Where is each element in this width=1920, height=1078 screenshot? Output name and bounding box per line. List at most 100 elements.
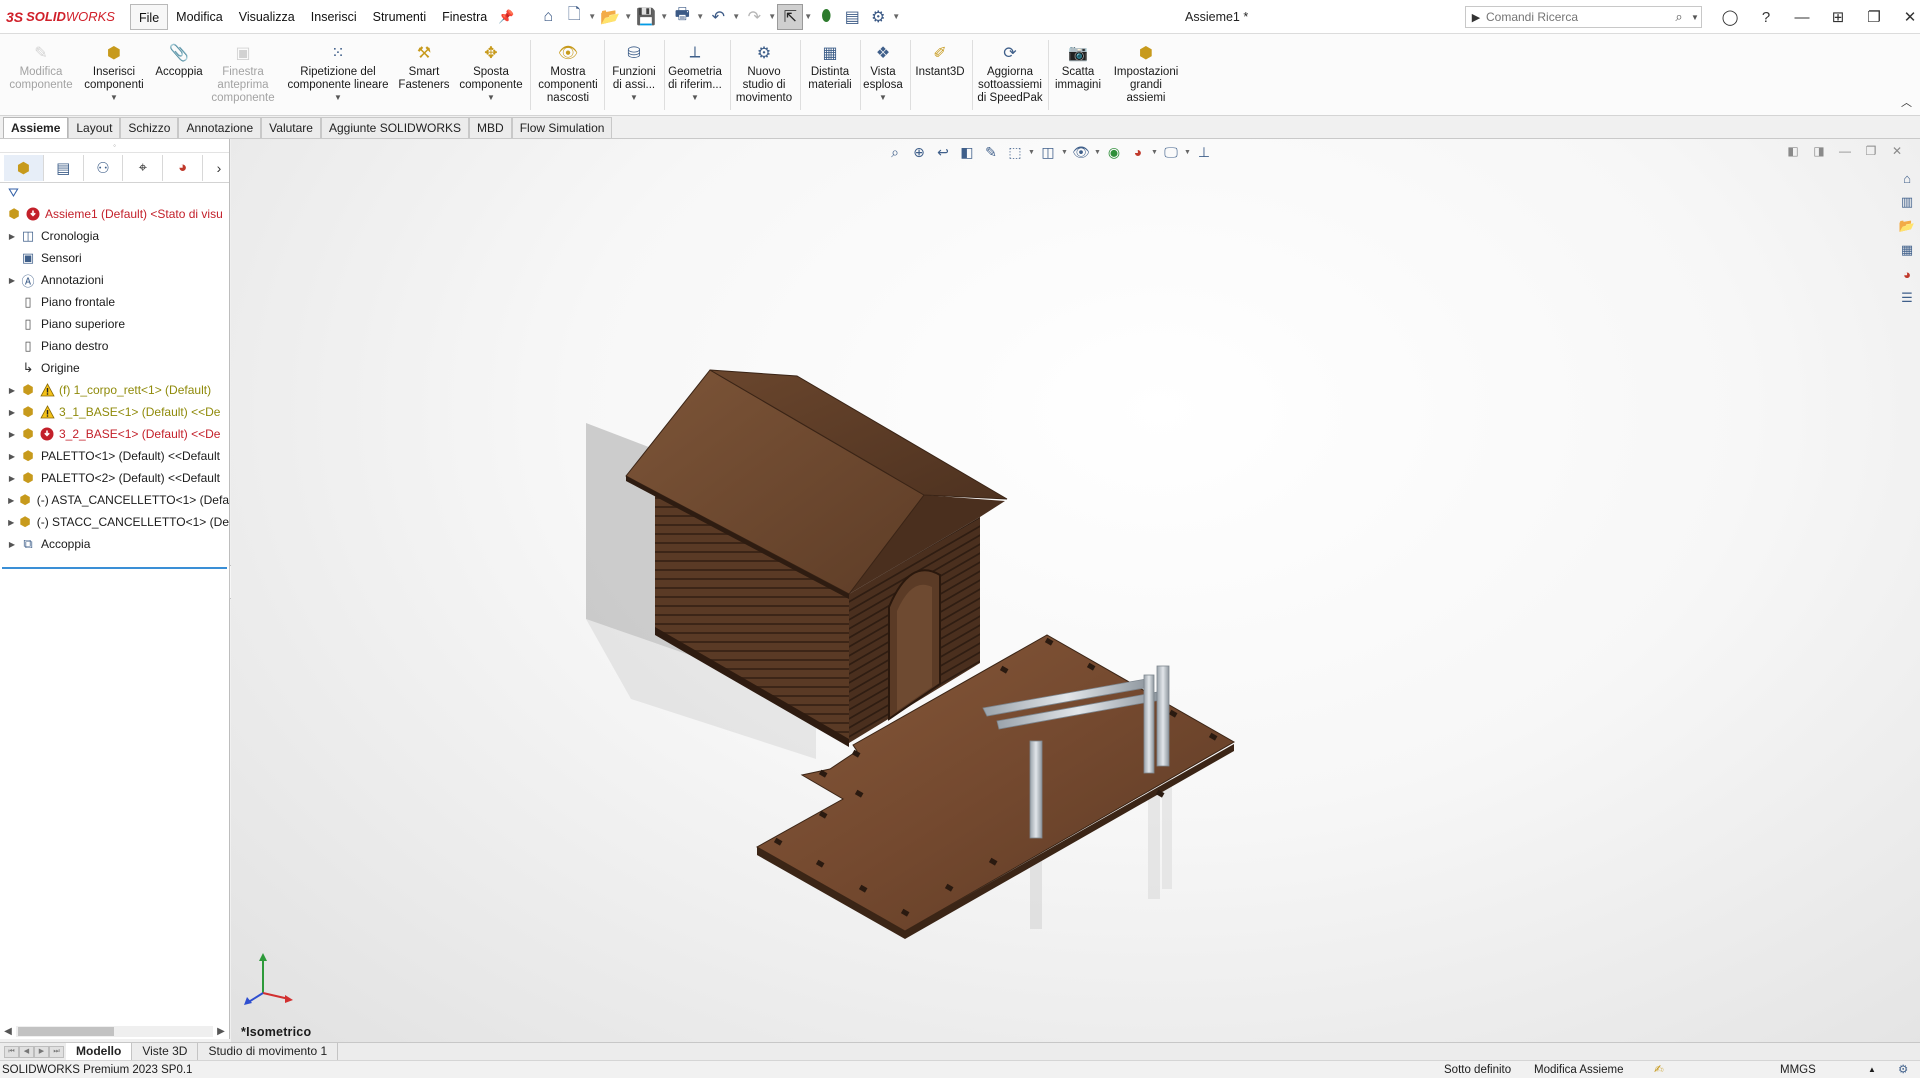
menu-file[interactable]: File (130, 3, 169, 30)
next-tab-icon[interactable]: ▶ (34, 1045, 49, 1058)
solidworks-resources-icon[interactable]: ⌂ (1896, 167, 1918, 189)
hide-show-dropdown-icon[interactable]: ▼ (1093, 149, 1102, 156)
close-icon[interactable]: ✕ (1892, 0, 1920, 34)
select-dropdown-icon[interactable]: ▼ (803, 12, 813, 21)
more-tabs-chevron-icon[interactable]: › (209, 160, 229, 176)
viewport-close-icon[interactable]: ✕ (1884, 141, 1910, 161)
expand-arrow-icon[interactable]: ▶ (6, 232, 18, 241)
previous-view-icon[interactable]: ↩ (931, 140, 955, 164)
redo-icon[interactable]: ↷ (741, 4, 767, 30)
section-view-icon[interactable]: ◧ (955, 140, 979, 164)
insert-components-dropdown-icon[interactable]: ▼ (110, 93, 118, 103)
tree-item[interactable]: ▶ ⬢ (-) ASTA_CANCELLETTO<1> (Defa (0, 489, 229, 511)
tab-modello[interactable]: Modello (66, 1043, 133, 1060)
tree-item[interactable]: ▣ Sensori (0, 247, 229, 269)
reference-geometry-dropdown-icon[interactable]: ▼ (691, 93, 699, 103)
menu-visualizza[interactable]: Visualizza (231, 4, 303, 30)
ripetizione-lineare-button[interactable]: ⁙ Ripetizione del componente lineare ▼ (280, 38, 396, 114)
tab-viste-3d[interactable]: Viste 3D (132, 1043, 199, 1060)
custom-properties-icon[interactable]: ☰ (1896, 287, 1918, 309)
help-icon[interactable]: ? (1748, 0, 1784, 34)
tab-layout[interactable]: Layout (68, 117, 121, 138)
tree-item[interactable]: ▶ ⬢ (f) 1_corpo_rett<1> (Default) (0, 379, 229, 401)
vista-esplosa-button[interactable]: ❖ Vista esplosa ▼ (860, 38, 906, 114)
tree-item[interactable]: ▶ Ⓐ Annotazioni (0, 269, 229, 291)
save-icon[interactable]: 💾 (633, 4, 659, 30)
tree-horizontal-scrollbar[interactable]: ◀ ▶ (0, 1024, 229, 1039)
menu-inserisci[interactable]: Inserisci (303, 4, 365, 30)
instant3d-button[interactable]: ✐ Instant3D (910, 38, 970, 114)
expand-arrow-icon[interactable]: ▶ (6, 386, 18, 395)
view-orientation-icon[interactable]: ⬚ (1003, 140, 1027, 164)
assembly-features-dropdown-icon[interactable]: ▼ (630, 93, 638, 103)
options-gear-icon[interactable]: ⚙ (865, 4, 891, 30)
new-document-icon[interactable]: 🗋 (561, 4, 587, 30)
aggiorna-speedpak-button[interactable]: ⟳ Aggiorna sottoassiemi di SpeedPak (974, 38, 1046, 114)
units-selector[interactable]: MMGS (1780, 1061, 1816, 1078)
tab-schizzo[interactable]: Schizzo (120, 117, 179, 138)
zoom-to-fit-icon[interactable]: ⌕ (883, 140, 907, 164)
scroll-left-icon[interactable]: ◀ (0, 1026, 16, 1037)
gate-post-left[interactable] (1029, 740, 1043, 839)
exploded-view-dropdown-icon[interactable]: ▼ (879, 93, 887, 103)
tree-item[interactable]: ↳ Origine (0, 357, 229, 379)
display-style-dropdown-icon[interactable]: ▼ (1060, 149, 1069, 156)
redo-dropdown-icon[interactable]: ▼ (767, 12, 777, 21)
options-dropdown-icon[interactable]: ▼ (891, 12, 901, 21)
search-input[interactable] (1486, 10, 1669, 24)
tab-studio-movimento[interactable]: Studio di movimento 1 (198, 1043, 339, 1060)
select-cursor-icon[interactable]: ⇱ (777, 3, 804, 30)
hide-show-items-icon[interactable]: 👁 (1069, 140, 1093, 164)
expand-arrow-icon[interactable]: ▶ (6, 408, 18, 417)
solidworks-logo[interactable]: 3S SOLID WORKS (0, 0, 130, 34)
view-settings-icon[interactable]: 🖵 (1159, 140, 1183, 164)
tree-item[interactable]: ⬢ Assieme1 (Default) <Stato di visu (0, 203, 229, 225)
rebuild-traffic-light-icon[interactable]: ⬮ (813, 4, 839, 30)
zoom-to-area-icon[interactable]: ⊕ (907, 140, 931, 164)
tab-flow-simulation[interactable]: Flow Simulation (511, 117, 613, 138)
tree-item[interactable]: ▶ ⬢ 3_1_BASE<1> (Default) <<De (0, 401, 229, 423)
prev-tab-icon[interactable]: ◀ (19, 1045, 34, 1058)
configuration-manager-tab-icon[interactable]: ⚇ (84, 154, 124, 181)
tree-item[interactable]: ▯ Piano superiore (0, 313, 229, 335)
open-folder-icon[interactable]: 📂 (597, 4, 623, 30)
tree-item[interactable]: ▶ ⬢ (-) STACC_CANCELLETTO<1> (De (0, 511, 229, 533)
design-library-icon[interactable]: ▥ (1896, 191, 1918, 213)
tab-assieme[interactable]: Assieme (3, 117, 69, 138)
triad-rotate-icon[interactable]: ⊥ (1192, 140, 1216, 164)
display-style-icon[interactable]: ◫ (1036, 140, 1060, 164)
gate-post-center[interactable] (1143, 674, 1155, 774)
menu-modifica[interactable]: Modifica (168, 4, 231, 30)
print-dropdown-icon[interactable]: ▼ (695, 12, 705, 21)
status-settings-icon[interactable]: ⚙ (1898, 1061, 1908, 1078)
tab-mbd[interactable]: MBD (469, 117, 512, 138)
tab-valutare[interactable]: Valutare (261, 117, 321, 138)
linear-pattern-dropdown-icon[interactable]: ▼ (334, 93, 342, 103)
finestra-anteprima-button[interactable]: ▣ Finestra anteprima componente (208, 38, 278, 114)
tree-item[interactable]: ▶ ⧉ Accoppia (0, 533, 229, 555)
file-properties-icon[interactable]: ▤ (839, 4, 865, 30)
viewport-restore-icon[interactable]: ❐ (1858, 141, 1884, 161)
scatta-immagini-button[interactable]: 📷 Scatta immagini (1052, 38, 1104, 114)
units-dropdown-icon[interactable]: ▲ (1868, 1061, 1876, 1078)
scroll-track[interactable] (16, 1026, 213, 1037)
menu-strumenti[interactable]: Strumenti (365, 4, 435, 30)
tree-filter-icon[interactable]: ⛛ (0, 183, 229, 203)
tree-item[interactable]: ▶ ⬢ PALETTO<2> (Default) <<Default (0, 467, 229, 489)
command-search-box[interactable]: ▶ ⌕ ▼ (1465, 6, 1702, 28)
search-dropdown-icon[interactable]: ▼ (1689, 13, 1701, 22)
apply-scene-icon[interactable]: ◕ (1126, 140, 1150, 164)
save-dropdown-icon[interactable]: ▼ (659, 12, 669, 21)
search-icon[interactable]: ⌕ (1669, 9, 1689, 25)
file-explorer-icon[interactable]: 📂 (1896, 215, 1918, 237)
gate-post-right[interactable] (1156, 665, 1170, 767)
sposta-componente-button[interactable]: ✥ Sposta componente ▼ (456, 38, 526, 114)
tile-windows-icon[interactable]: ⊞ (1820, 0, 1856, 34)
move-component-dropdown-icon[interactable]: ▼ (487, 93, 495, 103)
open-dropdown-icon[interactable]: ▼ (623, 12, 633, 21)
first-tab-icon[interactable]: ⏮ (4, 1045, 19, 1058)
distinta-materiali-button[interactable]: ▦ Distinta materiali (802, 38, 858, 114)
view-palette-icon[interactable]: ▦ (1896, 239, 1918, 261)
expand-arrow-icon[interactable]: ▶ (6, 540, 18, 549)
panel-grip-icon[interactable]: ◦ (0, 139, 229, 153)
